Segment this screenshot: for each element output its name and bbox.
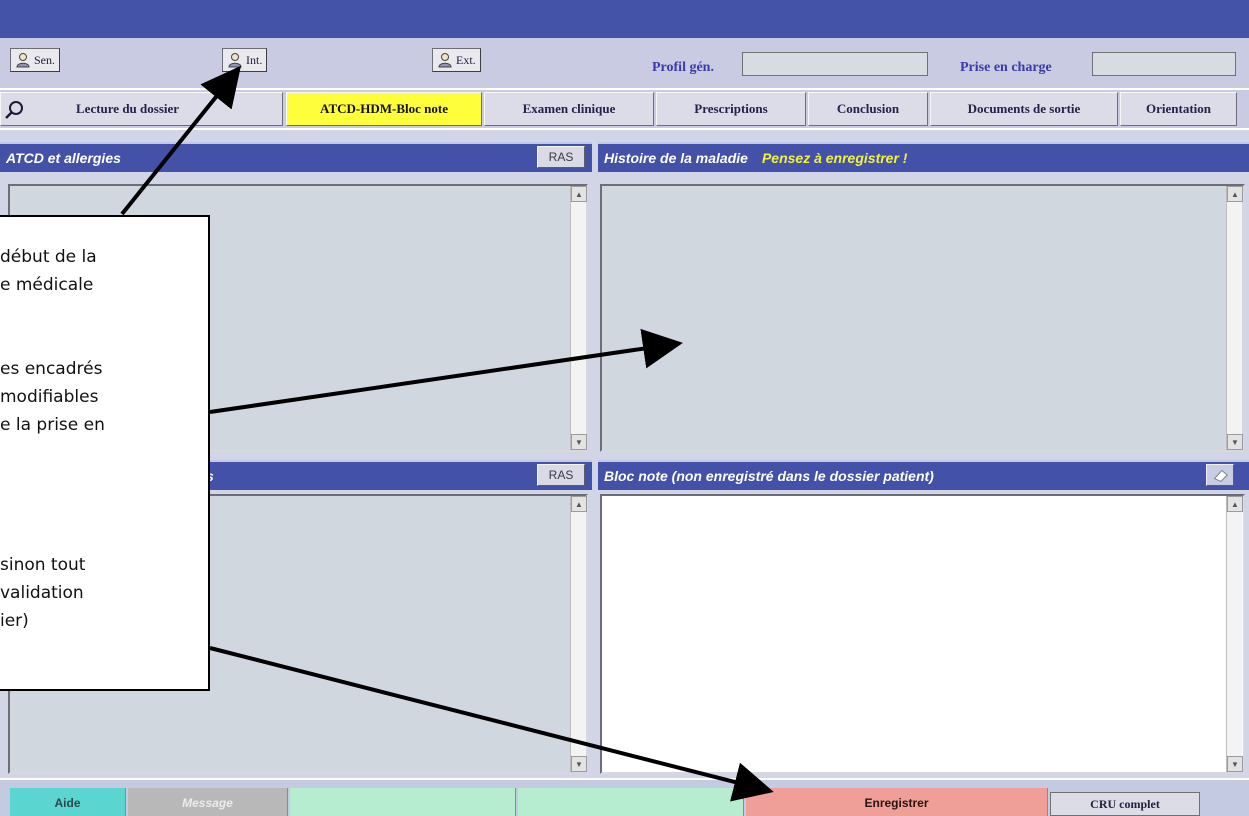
arrow-to-histoire [209,328,683,414]
arrow-to-save [209,646,774,802]
annotation-arrows [120,65,774,802]
arrow-to-intern [120,65,242,216]
